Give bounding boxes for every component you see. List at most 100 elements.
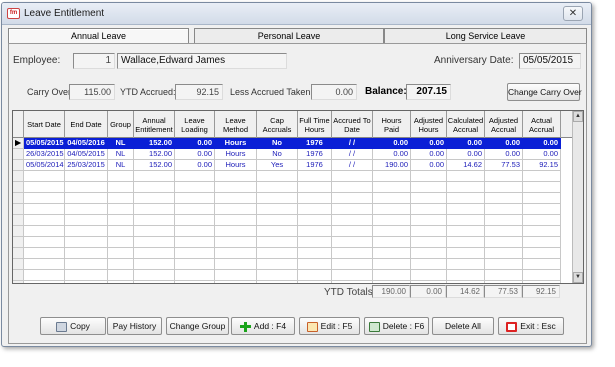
cell-leave-loading[interactable] <box>175 171 215 182</box>
cell-annual-entitlement[interactable] <box>134 237 175 248</box>
cell-group[interactable]: NL <box>108 138 134 149</box>
table-row[interactable] <box>13 237 573 248</box>
cell-hours-paid[interactable] <box>373 259 411 270</box>
cell-cap-accruals[interactable] <box>257 248 298 259</box>
cell-leave-method[interactable] <box>215 171 257 182</box>
cell-annual-entitlement[interactable]: 152.00 <box>134 160 175 171</box>
cell-calculated-accrual[interactable] <box>447 215 485 226</box>
exit-button[interactable]: Exit : Esc <box>498 317 564 335</box>
cell-start-date[interactable] <box>24 204 65 215</box>
cell-leave-method[interactable] <box>215 237 257 248</box>
cell-full-time-hours[interactable] <box>298 215 332 226</box>
cell-hours-paid[interactable] <box>373 204 411 215</box>
leave-grid[interactable]: Start Date End Date Group Annual Entitlemen… <box>12 110 584 284</box>
cell-hours-paid[interactable] <box>373 193 411 204</box>
column-header-start-date[interactable]: Start Date <box>24 111 65 138</box>
cell-cap-accruals[interactable] <box>257 226 298 237</box>
cell-calculated-accrual[interactable] <box>447 237 485 248</box>
column-header-full-time-hours[interactable]: Full Time Hours <box>298 111 332 138</box>
cell-leave-method[interactable] <box>215 204 257 215</box>
cell-leave-method[interactable] <box>215 248 257 259</box>
cell-hours-paid[interactable]: 0.00 <box>373 138 411 149</box>
cell-end-date[interactable] <box>65 193 108 204</box>
cell-adjusted-hours[interactable] <box>411 215 447 226</box>
column-header-hours-paid[interactable]: Hours Paid <box>373 111 411 138</box>
cell-adjusted-hours[interactable]: 0.00 <box>411 138 447 149</box>
add-button[interactable]: Add : F4 <box>231 317 295 335</box>
cell-cap-accruals[interactable] <box>257 237 298 248</box>
cell-calculated-accrual[interactable] <box>447 248 485 259</box>
cell-annual-entitlement[interactable] <box>134 226 175 237</box>
cell-accrued-to-date[interactable] <box>332 215 373 226</box>
cell-calculated-accrual[interactable]: 14.62 <box>447 160 485 171</box>
cell-start-date[interactable] <box>24 182 65 193</box>
cell-accrued-to-date[interactable] <box>332 171 373 182</box>
cell-full-time-hours[interactable] <box>298 193 332 204</box>
cell-start-date[interactable] <box>24 193 65 204</box>
cell-hours-paid[interactable]: 0.00 <box>373 149 411 160</box>
cell-adjusted-accrual[interactable]: 0.00 <box>485 138 523 149</box>
cell-calculated-accrual[interactable] <box>447 226 485 237</box>
cell-leave-loading[interactable] <box>175 281 215 283</box>
cell-annual-entitlement[interactable] <box>134 204 175 215</box>
table-row[interactable] <box>13 226 573 237</box>
cell-cap-accruals[interactable] <box>257 281 298 283</box>
cell-adjusted-accrual[interactable] <box>485 226 523 237</box>
cell-end-date[interactable] <box>65 215 108 226</box>
table-row[interactable]: 05/05/2014 25/03/2015 NL 152.00 0.00 Hours Yes… <box>13 160 573 171</box>
cell-actual-accrual[interactable]: 92.15 <box>523 160 561 171</box>
cell-group[interactable] <box>108 204 134 215</box>
cell-adjusted-hours[interactable] <box>411 281 447 283</box>
cell-start-date[interactable]: 05/05/2014 <box>24 160 65 171</box>
cell-hours-paid[interactable] <box>373 248 411 259</box>
cell-actual-accrual[interactable] <box>523 226 561 237</box>
cell-annual-entitlement[interactable] <box>134 281 175 283</box>
cell-hours-paid[interactable]: 190.00 <box>373 160 411 171</box>
cell-leave-loading[interactable] <box>175 215 215 226</box>
cell-full-time-hours[interactable] <box>298 226 332 237</box>
cell-adjusted-hours[interactable] <box>411 171 447 182</box>
cell-adjusted-accrual[interactable] <box>485 270 523 281</box>
cell-actual-accrual[interactable] <box>523 204 561 215</box>
cell-hours-paid[interactable] <box>373 171 411 182</box>
cell-group[interactable]: NL <box>108 160 134 171</box>
tab-annual-leave[interactable]: Annual Leave <box>8 28 189 44</box>
delete-button[interactable]: Delete : F6 <box>364 317 429 335</box>
delete-all-button[interactable]: Delete All <box>432 317 494 335</box>
cell-cap-accruals[interactable]: No <box>257 138 298 149</box>
cell-leave-method[interactable] <box>215 270 257 281</box>
cell-calculated-accrual[interactable] <box>447 171 485 182</box>
column-header-cap-accruals[interactable]: Cap Accruals <box>257 111 298 138</box>
cell-end-date[interactable] <box>65 182 108 193</box>
cell-hours-paid[interactable] <box>373 281 411 283</box>
cell-accrued-to-date[interactable]: / / <box>332 160 373 171</box>
cell-adjusted-hours[interactable]: 0.00 <box>411 149 447 160</box>
cell-cap-accruals[interactable] <box>257 259 298 270</box>
cell-adjusted-accrual[interactable] <box>485 215 523 226</box>
column-header-accrued-to-date[interactable]: Accrued To Date <box>332 111 373 138</box>
cell-group[interactable] <box>108 182 134 193</box>
cell-group[interactable] <box>108 259 134 270</box>
cell-end-date[interactable] <box>65 226 108 237</box>
change-group-button[interactable]: Change Group <box>166 317 229 335</box>
table-row[interactable] <box>13 215 573 226</box>
cell-calculated-accrual[interactable]: 0.00 <box>447 138 485 149</box>
close-icon[interactable]: ✕ <box>563 6 583 21</box>
cell-leave-loading[interactable] <box>175 259 215 270</box>
cell-adjusted-accrual[interactable] <box>485 171 523 182</box>
cell-group[interactable] <box>108 171 134 182</box>
cell-calculated-accrual[interactable] <box>447 204 485 215</box>
table-row[interactable] <box>13 248 573 259</box>
cell-full-time-hours[interactable] <box>298 259 332 270</box>
cell-start-date[interactable] <box>24 248 65 259</box>
cell-leave-loading[interactable] <box>175 226 215 237</box>
column-header-leave-method[interactable]: Leave Method <box>215 111 257 138</box>
cell-hours-paid[interactable] <box>373 182 411 193</box>
cell-group[interactable] <box>108 215 134 226</box>
table-row[interactable] <box>13 204 573 215</box>
cell-leave-method[interactable] <box>215 182 257 193</box>
cell-end-date[interactable]: 04/05/2015 <box>65 149 108 160</box>
tab-long-service-leave[interactable]: Long Service Leave <box>384 28 587 44</box>
cell-accrued-to-date[interactable]: / / <box>332 138 373 149</box>
cell-actual-accrual[interactable] <box>523 215 561 226</box>
